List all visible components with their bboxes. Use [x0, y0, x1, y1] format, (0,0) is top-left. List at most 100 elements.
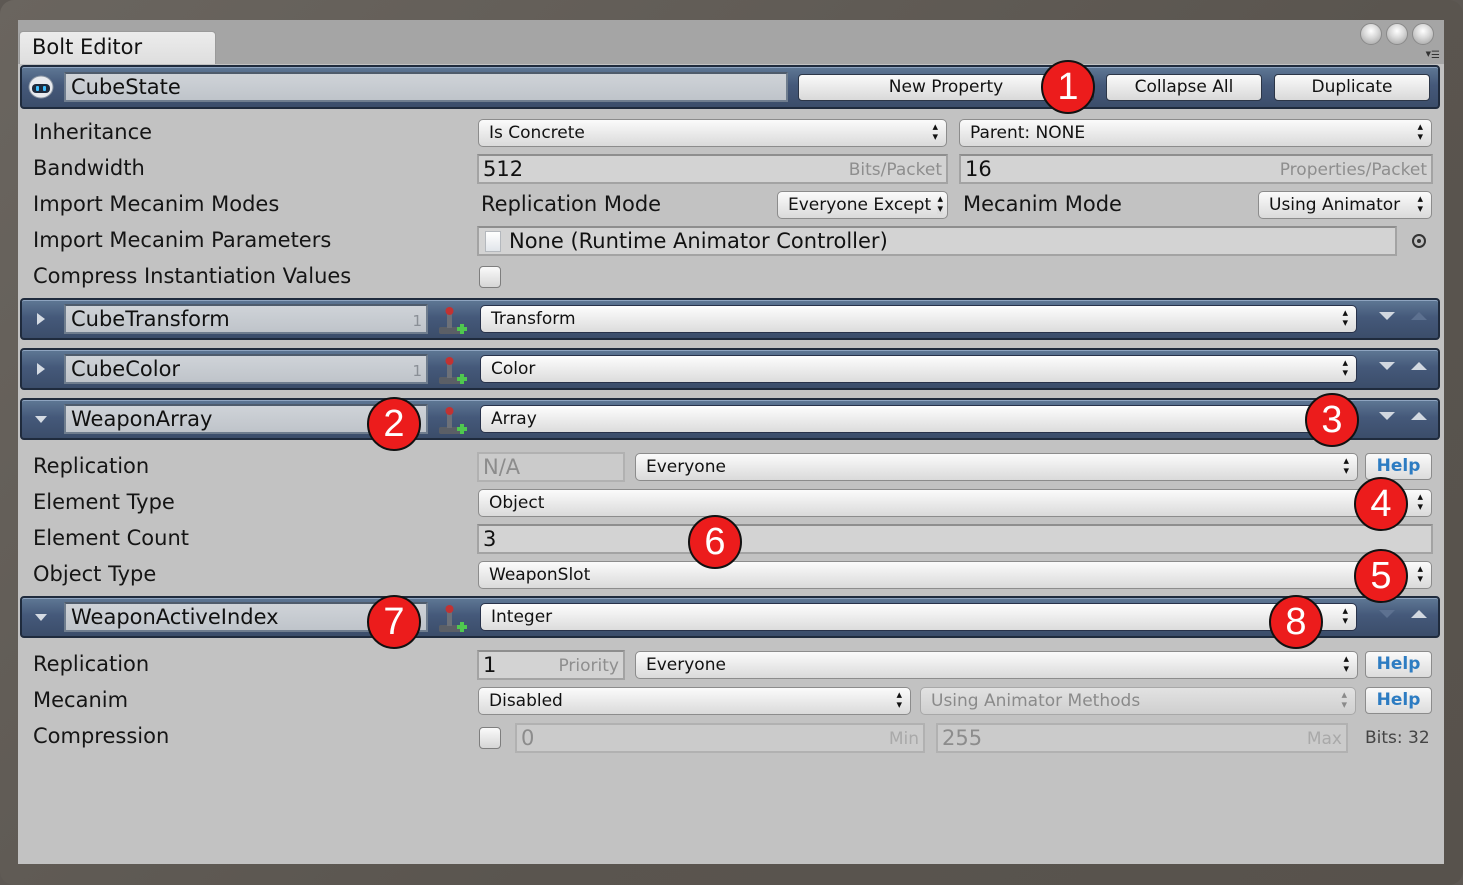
compress-instantiation-label: Compress Instantiation Values — [33, 264, 352, 288]
priority-suffix: Priority — [558, 656, 619, 676]
object-picker-icon[interactable] — [1412, 234, 1426, 248]
state-header: CubeState New Property Collapse All Dupl… — [20, 65, 1440, 109]
compress-instantiation-checkbox[interactable] — [479, 266, 501, 288]
properties-per-packet-field[interactable]: 16 Properties/Packet — [959, 154, 1433, 184]
tab-bolt-editor[interactable]: Bolt Editor — [19, 31, 216, 64]
property-type-value: Transform — [491, 309, 576, 329]
property-type-select[interactable]: Color ▴ ▾ — [480, 355, 1357, 383]
expand-triangle-icon[interactable] — [34, 312, 48, 326]
callout-marker-6: 6 — [688, 515, 742, 569]
property-type-select[interactable]: Integer ▴ ▾ — [480, 603, 1357, 631]
callout-marker-3: 3 — [1305, 393, 1359, 447]
bolt-editor-window: Bolt Editor ▼☰ CubeState New Property Co… — [18, 20, 1444, 864]
joystick-add-icon[interactable] — [435, 355, 469, 387]
move-down-icon[interactable] — [1379, 312, 1395, 320]
property-count: 1 — [412, 312, 422, 330]
compression-max-value: 255 — [942, 726, 983, 750]
minimize-window-button[interactable] — [1386, 23, 1408, 45]
compression-checkbox[interactable] — [479, 727, 501, 749]
property-type-value: Integer — [491, 607, 553, 627]
move-down-icon[interactable] — [1379, 412, 1395, 420]
joystick-add-icon[interactable] — [435, 405, 469, 437]
duplicate-button[interactable]: Duplicate — [1274, 74, 1430, 101]
move-up-icon[interactable] — [1411, 362, 1427, 370]
callout-marker-1: 1 — [1041, 60, 1095, 114]
priority-value: 1 — [483, 653, 497, 677]
updown-arrows-icon: ▴▾ — [1417, 490, 1423, 513]
property-name-value: CubeTransform — [71, 307, 230, 331]
object-type-select[interactable]: WeaponSlot ▴ ▾ — [478, 561, 1432, 589]
help-button[interactable]: Help — [1365, 687, 1432, 714]
bolt-robot-icon — [28, 75, 54, 99]
expand-triangle-icon[interactable] — [34, 362, 48, 376]
state-name-field[interactable]: CubeState — [64, 72, 788, 102]
mecanim-mode-label: Mecanim Mode — [963, 192, 1122, 216]
pane-options-menu-icon[interactable]: ▼☰ — [1412, 48, 1440, 61]
compression-max-field: 255 Max — [936, 723, 1348, 753]
animator-controller-object-field[interactable]: None (Runtime Animator Controller) — [477, 226, 1397, 256]
bits-per-packet-field[interactable]: 512 Bits/Packet — [477, 154, 948, 184]
property-type-select[interactable]: Transform ▴ ▾ — [480, 305, 1357, 333]
collapse-triangle-icon[interactable] — [34, 412, 48, 426]
move-down-icon[interactable] — [1379, 610, 1395, 618]
replication-label: Replication — [33, 652, 150, 676]
compression-max-suffix: Max — [1306, 729, 1342, 749]
property-type-select[interactable]: Array ▴▾ — [480, 405, 1357, 433]
priority-field-disabled: N/A — [477, 452, 625, 482]
replication-mode-select[interactable]: Everyone Except ▴ ▾ — [777, 191, 948, 219]
element-type-label: Element Type — [33, 490, 175, 514]
move-down-icon[interactable] — [1379, 362, 1395, 370]
import-mecanim-modes-label: Import Mecanim Modes — [33, 192, 280, 216]
element-type-value: Object — [489, 493, 545, 513]
element-count-field[interactable]: 3 — [477, 524, 1433, 554]
joystick-add-icon[interactable] — [435, 603, 469, 635]
move-up-icon[interactable] — [1411, 312, 1427, 320]
priority-field[interactable]: 1 Priority — [477, 650, 625, 680]
move-up-icon[interactable] — [1411, 610, 1427, 618]
property-name-field[interactable]: CubeTransform 1 — [64, 304, 428, 334]
object-type-value: WeaponSlot — [489, 565, 591, 585]
concrete-select-value: Is Concrete — [489, 123, 585, 143]
property-type-value: Color — [491, 359, 536, 379]
window-controls — [1360, 23, 1434, 45]
updown-arrows-icon: ▴▾ — [1343, 652, 1349, 675]
concrete-select[interactable]: Is Concrete ▴ ▾ — [478, 119, 947, 147]
updown-arrows-icon: ▴▾ — [1342, 306, 1348, 329]
collapse-all-button[interactable]: Collapse All — [1106, 74, 1262, 101]
import-mecanim-parameters-label: Import Mecanim Parameters — [33, 228, 332, 252]
joystick-add-icon[interactable] — [435, 305, 469, 337]
close-window-button[interactable] — [1360, 23, 1382, 45]
callout-marker-2: 2 — [367, 397, 421, 451]
callout-marker-8: 8 — [1269, 595, 1323, 649]
mecanim-mode-select[interactable]: Using Animator ▴ ▾ — [1258, 191, 1432, 219]
mecanim-label: Mecanim — [33, 688, 129, 712]
collapse-triangle-icon[interactable] — [34, 610, 48, 624]
replication-target-select[interactable]: Everyone ▴ ▾ — [635, 453, 1358, 481]
mecanim-method-select: Using Animator Methods ▴ ▾ — [920, 687, 1356, 715]
parent-select[interactable]: Parent: NONE ▴ ▾ — [959, 119, 1432, 147]
move-up-icon[interactable] — [1411, 412, 1427, 420]
animator-controller-value: None (Runtime Animator Controller) — [509, 229, 888, 253]
replication-label: Replication — [33, 454, 150, 478]
mecanim-mode-select[interactable]: Disabled ▴ ▾ — [478, 687, 911, 715]
property-header-weaponactiveindex: WeaponActiveIndex Integer ▴ ▾ — [20, 596, 1440, 638]
element-type-select[interactable]: Object ▴ ▾ — [478, 489, 1432, 517]
bits-readout: Bits: 32 — [1365, 728, 1430, 748]
replication-target-select[interactable]: Everyone ▴ ▾ — [635, 651, 1358, 679]
updown-arrows-icon: ▴▾ — [1417, 120, 1423, 143]
help-button[interactable]: Help — [1365, 651, 1432, 678]
replication-mode-value: Everyone Except — [788, 195, 932, 215]
compression-min-field: 0 Min — [515, 723, 925, 753]
property-name-field[interactable]: CubeColor 1 — [64, 354, 428, 384]
object-type-label: Object Type — [33, 562, 157, 586]
property-header-cubetransform: CubeTransform 1 Transform ▴ ▾ — [20, 298, 1440, 340]
help-button[interactable]: Help — [1365, 453, 1432, 480]
maximize-window-button[interactable] — [1412, 23, 1434, 45]
bits-per-packet-value: 512 — [483, 157, 524, 181]
document-icon — [485, 231, 501, 252]
parent-select-value: Parent: NONE — [970, 123, 1086, 143]
bandwidth-label: Bandwidth — [33, 156, 145, 180]
property-count: 1 — [412, 362, 422, 380]
property-header-cubecolor: CubeColor 1 Color ▴ ▾ — [20, 348, 1440, 390]
property-header-weaponarray: WeaponArray Array ▴▾ — [20, 398, 1440, 440]
